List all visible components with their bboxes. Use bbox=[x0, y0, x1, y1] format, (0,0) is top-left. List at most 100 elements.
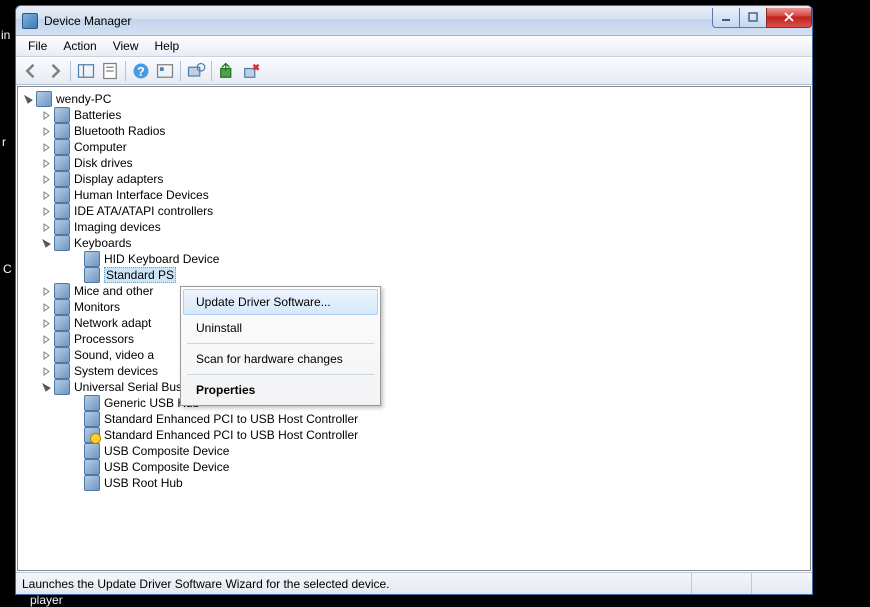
tree-category[interactable]: Sound, video a bbox=[36, 347, 810, 363]
tree-category[interactable]: Bluetooth Radios bbox=[36, 123, 810, 139]
menu-view[interactable]: View bbox=[105, 37, 147, 55]
menu-separator bbox=[187, 343, 374, 344]
expand-icon[interactable] bbox=[40, 285, 52, 297]
expand-icon[interactable] bbox=[40, 221, 52, 233]
forward-button[interactable] bbox=[44, 60, 66, 82]
tree-root-node[interactable]: wendy-PC bbox=[18, 91, 810, 107]
device-tree[interactable]: wendy-PCBatteries Bluetooth Radios Compute… bbox=[17, 86, 811, 571]
tree-category[interactable]: Computer bbox=[36, 139, 810, 155]
titlebar[interactable]: Device Manager bbox=[16, 6, 812, 36]
expand-icon[interactable] bbox=[40, 365, 52, 377]
tree-category[interactable]: Universal Serial Bus controllers bbox=[36, 379, 810, 395]
spacer bbox=[70, 253, 82, 265]
spacer bbox=[70, 477, 82, 489]
expand-icon[interactable] bbox=[40, 317, 52, 329]
tree-node[interactable]: Standard Enhanced PCI to USB Host Contro… bbox=[66, 427, 810, 443]
uninstall-button[interactable] bbox=[240, 60, 262, 82]
desktop-fragment: C bbox=[3, 262, 12, 276]
display-icon bbox=[54, 171, 70, 187]
context-menu-item[interactable]: Update Driver Software... bbox=[183, 289, 378, 315]
tree-category[interactable]: Display adapters bbox=[36, 171, 810, 187]
tree-category[interactable]: Network adapt bbox=[36, 315, 810, 331]
expand-icon[interactable] bbox=[40, 141, 52, 153]
menu-action[interactable]: Action bbox=[55, 37, 104, 55]
tree-category-label: Sound, video a bbox=[74, 348, 154, 362]
svg-text:?: ? bbox=[137, 65, 145, 79]
tree-node[interactable]: HID Keyboard Device bbox=[66, 251, 810, 267]
collapse-icon[interactable] bbox=[40, 237, 52, 249]
tree-category[interactable]: Mice and other bbox=[36, 283, 810, 299]
hid-icon bbox=[54, 187, 70, 203]
show-hide-tree-button[interactable] bbox=[75, 60, 97, 82]
usb-child-icon bbox=[84, 443, 100, 459]
context-menu-item[interactable]: Uninstall bbox=[183, 315, 378, 341]
desktop-fragment: r bbox=[2, 135, 6, 149]
tree-category[interactable]: Monitors bbox=[36, 299, 810, 315]
properties-button[interactable] bbox=[99, 60, 121, 82]
context-menu-item[interactable]: Properties bbox=[183, 377, 378, 403]
expand-icon[interactable] bbox=[40, 301, 52, 313]
tree-node[interactable]: Generic USB Hub bbox=[66, 395, 810, 411]
context-menu-item[interactable]: Scan for hardware changes bbox=[183, 346, 378, 372]
tree-category[interactable]: Keyboards bbox=[36, 235, 810, 251]
tree-category-label: Bluetooth Radios bbox=[74, 124, 165, 138]
tree-node-label: USB Root Hub bbox=[104, 476, 183, 490]
desktop-fragment: in bbox=[1, 28, 10, 42]
menu-help[interactable]: Help bbox=[147, 37, 188, 55]
spacer bbox=[70, 397, 82, 409]
expand-icon[interactable] bbox=[40, 125, 52, 137]
tree-node-label: USB Composite Device bbox=[104, 444, 229, 458]
tree-category-label: Imaging devices bbox=[74, 220, 161, 234]
expand-icon[interactable] bbox=[40, 349, 52, 361]
tool-button[interactable] bbox=[154, 60, 176, 82]
tree-node[interactable]: Standard Enhanced PCI to USB Host Contro… bbox=[66, 411, 810, 427]
statusbar: Launches the Update Driver Software Wiza… bbox=[16, 572, 812, 594]
close-button[interactable] bbox=[766, 8, 812, 28]
menu-separator bbox=[187, 374, 374, 375]
tree-node[interactable]: Standard PS bbox=[66, 267, 810, 283]
tree-category[interactable]: Batteries bbox=[36, 107, 810, 123]
tree-category-label: Human Interface Devices bbox=[74, 188, 209, 202]
usb-child-icon bbox=[84, 411, 100, 427]
expand-icon[interactable] bbox=[40, 333, 52, 345]
tree-category[interactable]: System devices bbox=[36, 363, 810, 379]
minimize-button[interactable] bbox=[712, 8, 740, 28]
computer-icon bbox=[36, 91, 52, 107]
expand-icon[interactable] bbox=[40, 205, 52, 217]
bluetooth-icon bbox=[54, 123, 70, 139]
help-button[interactable]: ? bbox=[130, 60, 152, 82]
tree-category[interactable]: Disk drives bbox=[36, 155, 810, 171]
spacer bbox=[70, 413, 82, 425]
imaging-icon bbox=[54, 219, 70, 235]
expand-icon[interactable] bbox=[40, 189, 52, 201]
tree-node-label: USB Composite Device bbox=[104, 460, 229, 474]
expand-icon[interactable] bbox=[40, 173, 52, 185]
tree-category-label: Processors bbox=[74, 332, 134, 346]
update-driver-button[interactable] bbox=[216, 60, 238, 82]
tree-category-label: Batteries bbox=[74, 108, 121, 122]
tree-node-label: Standard Enhanced PCI to USB Host Contro… bbox=[104, 412, 358, 426]
expand-icon[interactable] bbox=[40, 109, 52, 121]
tree-category[interactable]: Imaging devices bbox=[36, 219, 810, 235]
tree-node[interactable]: USB Root Hub bbox=[66, 475, 810, 491]
tree-category[interactable]: Human Interface Devices bbox=[36, 187, 810, 203]
maximize-button[interactable] bbox=[739, 8, 767, 28]
usb-child-icon bbox=[84, 395, 100, 411]
toolbar-separator bbox=[70, 61, 71, 81]
scan-hardware-button[interactable] bbox=[185, 60, 207, 82]
tree-category[interactable]: IDE ATA/ATAPI controllers bbox=[36, 203, 810, 219]
tree-node[interactable]: USB Composite Device bbox=[66, 443, 810, 459]
collapse-icon[interactable] bbox=[22, 93, 34, 105]
collapse-icon[interactable] bbox=[40, 381, 52, 393]
computer-icon bbox=[54, 139, 70, 155]
menu-file[interactable]: File bbox=[20, 37, 55, 55]
tree-node[interactable]: USB Composite Device bbox=[66, 459, 810, 475]
tree-category[interactable]: Processors bbox=[36, 331, 810, 347]
back-button[interactable] bbox=[20, 60, 42, 82]
expand-icon[interactable] bbox=[40, 157, 52, 169]
mouse-icon bbox=[54, 283, 70, 299]
window-title: Device Manager bbox=[44, 14, 713, 28]
tree-category-label: Computer bbox=[74, 140, 127, 154]
tree-node-label: Standard Enhanced PCI to USB Host Contro… bbox=[104, 428, 358, 442]
battery-icon bbox=[54, 107, 70, 123]
